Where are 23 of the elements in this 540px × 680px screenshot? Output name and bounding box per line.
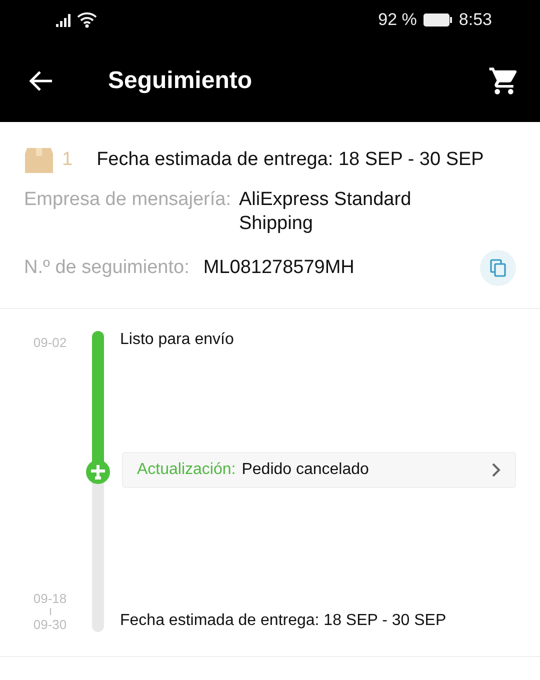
copy-button[interactable] xyxy=(480,250,516,286)
event-date: 09-02 xyxy=(33,334,67,350)
tracking-number: ML081278579MH xyxy=(203,256,356,280)
tracking-label: N.º de seguimiento: xyxy=(24,256,190,280)
event-text: Fecha estimada de entrega: 18 SEP - 30 SEP xyxy=(119,612,448,630)
update-item[interactable]: Actualización: Pedido cancelado xyxy=(122,452,516,488)
event-text: Listo para envío xyxy=(119,330,235,350)
battery-icon xyxy=(422,13,453,27)
package-count: 1 xyxy=(62,149,73,171)
estimated-delivery: Fecha estimada de entrega: 18 SEP - 30 SEP xyxy=(96,149,484,171)
carrier-name: AliExpress Standard Shipping xyxy=(239,188,412,236)
copy-icon xyxy=(490,258,506,276)
event-date: 09-30 xyxy=(33,616,67,632)
page-title: Seguimiento xyxy=(108,67,254,95)
chevron-icon xyxy=(491,463,501,477)
battery-percent: 92 % xyxy=(378,10,417,30)
clock: 8:53 xyxy=(458,10,492,30)
package-icon xyxy=(24,146,54,174)
event-date: 09-18 xyxy=(33,590,67,606)
back-button[interactable] xyxy=(28,70,54,92)
carrier-label: Empresa de mensajería: xyxy=(24,188,231,212)
wifi-icon xyxy=(77,12,97,28)
back-icon xyxy=(28,70,54,92)
